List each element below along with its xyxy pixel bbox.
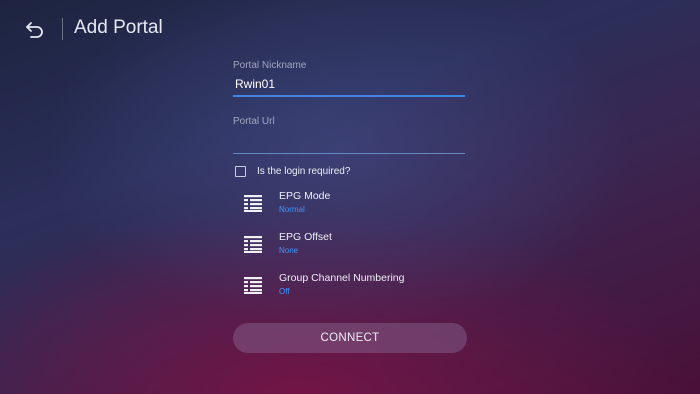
portal-nickname-field: Portal Nickname — [233, 60, 465, 97]
portal-url-underline — [233, 153, 465, 154]
login-required-checkbox-row[interactable]: Is the login required? — [235, 164, 350, 178]
login-required-checkbox[interactable] — [235, 165, 246, 177]
app-header: Add Portal — [0, 0, 700, 60]
setting-group-channel-numbering[interactable]: Group Channel Numbering Off — [240, 272, 470, 306]
page-title: Add Portal — [74, 17, 163, 38]
portal-url-field: Portal Url — [233, 116, 465, 154]
setting-epg-offset[interactable]: EPG Offset None — [240, 231, 470, 265]
portal-nickname-input[interactable] — [233, 75, 465, 95]
back-arrow-icon — [26, 22, 43, 38]
setting-name: EPG Offset — [279, 231, 332, 243]
connect-button[interactable]: CONNECT — [233, 323, 467, 353]
setting-value: Normal — [279, 205, 305, 214]
header-divider — [62, 18, 63, 40]
setting-value: Off — [279, 287, 290, 296]
portal-nickname-label: Portal Nickname — [233, 60, 307, 71]
setting-name: Group Channel Numbering — [279, 272, 405, 284]
back-button[interactable] — [22, 17, 48, 43]
list-icon — [244, 277, 262, 294]
setting-name: EPG Mode — [279, 190, 331, 202]
setting-epg-mode[interactable]: EPG Mode Normal — [240, 190, 470, 224]
setting-value: None — [279, 246, 299, 255]
portal-url-label: Portal Url — [233, 116, 275, 127]
list-icon — [244, 195, 262, 212]
login-required-label: Is the login required? — [257, 165, 351, 177]
list-icon — [244, 236, 262, 253]
portal-nickname-underline — [233, 95, 465, 97]
portal-url-input[interactable] — [233, 131, 465, 151]
